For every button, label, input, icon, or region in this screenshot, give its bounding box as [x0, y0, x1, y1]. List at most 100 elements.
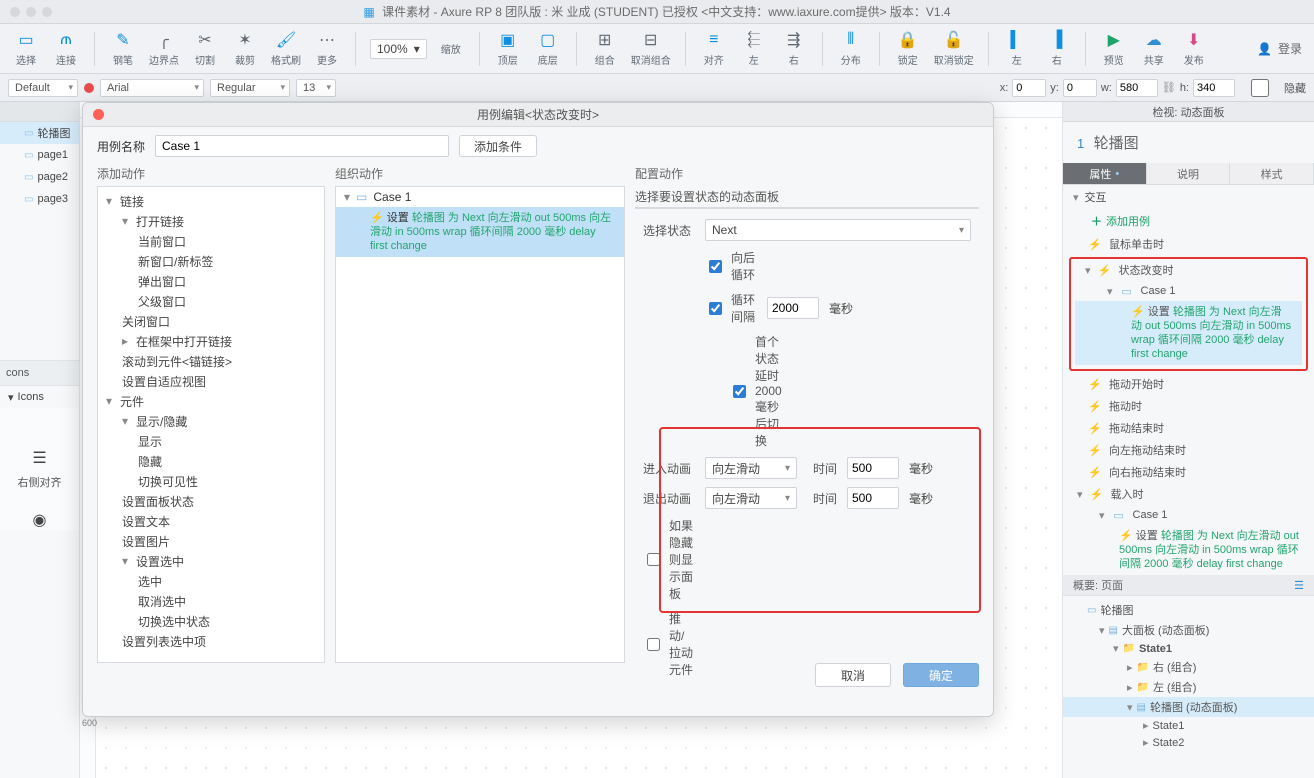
push-pull-check[interactable]: 推动/拉动元件: [643, 610, 695, 678]
share-btn[interactable]: ☁共享: [1140, 30, 1168, 67]
bolt-icon: ⚡: [1097, 263, 1113, 277]
case-name-label: 用例名称: [97, 138, 145, 155]
ungroup-btn[interactable]: ⊟取消组合: [631, 30, 671, 67]
filter-icon[interactable]: ☰: [1294, 579, 1304, 592]
bolt-icon: ⚡: [1087, 377, 1103, 391]
page2[interactable]: ▭page2: [0, 166, 79, 188]
cut-tool[interactable]: ✂切割: [191, 30, 219, 67]
ix-swipe-right[interactable]: ⚡向左拖动结束时: [1063, 439, 1314, 461]
bring-front[interactable]: ▣顶层: [494, 30, 522, 67]
ix-drag-end[interactable]: ⚡拖动结束时: [1063, 417, 1314, 439]
preview-btn[interactable]: ▶预览: [1100, 30, 1128, 67]
dock-right[interactable]: ▐右: [1043, 30, 1071, 67]
zoom-select[interactable]: 100%▾: [370, 39, 427, 59]
coord-y-input[interactable]: [1063, 79, 1097, 97]
ix-case-1[interactable]: ▾▭Case 1: [1071, 281, 1306, 301]
outline-dp[interactable]: ▾▤大面板 (动态面板): [1063, 620, 1314, 640]
format-painter[interactable]: 🖌格式刷: [271, 30, 301, 67]
bolt-icon: ⚡: [1089, 487, 1105, 501]
interval-check[interactable]: 循环间隔: [705, 291, 757, 325]
group-btn[interactable]: ⊞组合: [591, 30, 619, 67]
send-back[interactable]: ▢底层: [534, 30, 562, 67]
coord-w-input[interactable]: [1116, 79, 1158, 97]
align-caption: 右侧对齐: [18, 474, 62, 490]
outline-s1[interactable]: ▸State1: [1063, 717, 1314, 734]
workspace: ▭轮播图 ▭page1 ▭page2 ▭page3 cons ▾ Icons ☰…: [0, 102, 1314, 778]
ix-swipe-left[interactable]: ⚡向右拖动结束时: [1063, 461, 1314, 483]
outline-right[interactable]: ▸📁右 (组合): [1063, 657, 1314, 677]
weight-select[interactable]: Regular: [210, 79, 290, 97]
page3[interactable]: ▭page3: [0, 188, 79, 210]
brush-icon: 🖌: [276, 30, 296, 50]
page1[interactable]: ▭page1: [0, 144, 79, 166]
ix-load[interactable]: ▾⚡载入时: [1063, 483, 1314, 505]
select-tool[interactable]: ▭选择: [12, 30, 40, 67]
align-left[interactable]: ⬱左: [740, 30, 768, 67]
page-active[interactable]: ▭轮播图: [0, 122, 79, 144]
ix-mouse-click[interactable]: ⚡鼠标单击时: [1063, 233, 1314, 255]
tab-style[interactable]: 样式: [1230, 163, 1314, 184]
ix-load-case1[interactable]: ▾▭Case 1: [1063, 505, 1314, 525]
tab-notes[interactable]: 说明: [1147, 163, 1231, 184]
lock-btn[interactable]: 🔒锁定: [894, 30, 922, 67]
coord-x-input[interactable]: [1012, 79, 1046, 97]
publish-btn[interactable]: ⬇发布: [1180, 30, 1208, 67]
main-toolbar: ▭选择 ⫙连接 ✎钢笔 ╭边界点 ✂切割 ✶裁剪 🖌格式刷 ⋯更多 100%▾ …: [0, 24, 1314, 74]
unlock-btn[interactable]: 🔓取消锁定: [934, 30, 974, 67]
organize-tree[interactable]: ▾▭Case 1 ⚡ 设置 轮播图 为 Next 向左滑动 out 500ms …: [335, 186, 625, 663]
ix-action[interactable]: ⚡ 设置 轮播图 为 Next 向左滑动 out 500ms 向左滑动 in 5…: [1075, 301, 1302, 365]
highlight-config-form: [659, 427, 981, 613]
outline-state1[interactable]: ▾📁State1: [1063, 640, 1314, 657]
align-right[interactable]: ⇶右: [780, 30, 808, 67]
link-icon[interactable]: ⛓: [1162, 81, 1176, 94]
add-case-link[interactable]: ＋添加用例: [1063, 209, 1314, 233]
size-select[interactable]: 13: [296, 79, 336, 97]
more-tool[interactable]: ⋯更多: [313, 30, 341, 67]
font-select[interactable]: Arial: [100, 79, 204, 97]
case-icon: ▭: [1111, 508, 1127, 522]
ix-state-change[interactable]: ▾⚡状态改变时: [1071, 259, 1306, 281]
ix-drag-start[interactable]: ⚡拖动开始时: [1063, 373, 1314, 395]
outline-root[interactable]: ▭轮播图: [1063, 600, 1314, 620]
connect-tool[interactable]: ⫙连接: [52, 30, 80, 67]
ix-drag[interactable]: ⚡拖动时: [1063, 395, 1314, 417]
select-icon: ▭: [18, 30, 33, 50]
distribute-btn[interactable]: ⫴分布: [837, 30, 865, 67]
outline-carousel[interactable]: ▾▤轮播图 (动态面板): [1063, 697, 1314, 717]
border-tool[interactable]: ╭边界点: [149, 30, 179, 67]
case-name-input[interactable]: [155, 135, 449, 157]
inspector-panel: 检视: 动态面板 1 轮播图 属性• 说明 样式 ▾交互 ＋添加用例 ⚡鼠标单击…: [1062, 102, 1314, 778]
back-icon: ▢: [540, 30, 555, 50]
align-btn[interactable]: ≡对齐: [700, 30, 728, 67]
bolt-icon: ⚡: [1087, 465, 1103, 479]
dist-icon: ⫴: [847, 30, 854, 50]
tab-attributes[interactable]: 属性•: [1063, 163, 1147, 184]
coord-h-input[interactable]: [1193, 79, 1235, 97]
actions-tree[interactable]: ▾链接 ▾打开链接 当前窗口 新窗口/新标签 弹出窗口 父级窗口 关闭窗口 ▸在…: [97, 186, 325, 663]
icons-section: cons: [0, 360, 79, 386]
front-icon: ▣: [500, 30, 515, 50]
bolt-icon: ⚡: [1087, 399, 1103, 413]
bolt-icon: ⚡: [1087, 237, 1103, 251]
interval-input[interactable]: [767, 297, 819, 319]
col-configure: 配置动作: [635, 165, 979, 182]
crop-tool[interactable]: ✶裁剪: [231, 30, 259, 67]
add-condition-button[interactable]: 添加条件: [459, 135, 537, 157]
more-icon: ⋯: [319, 30, 335, 50]
hide-checkbox[interactable]: [1243, 79, 1277, 97]
outline-s2[interactable]: ▸State2: [1063, 734, 1314, 751]
wrap-check[interactable]: 向后循环: [705, 249, 757, 283]
outline-left[interactable]: ▸📁左 (组合): [1063, 677, 1314, 697]
zoom-label: 缩放: [437, 41, 465, 56]
org-case-row[interactable]: ▾▭Case 1: [336, 187, 624, 207]
section-interaction[interactable]: ▾交互: [1063, 185, 1314, 209]
org-action-row[interactable]: ⚡ 设置 轮播图 为 Next 向左滑动 out 500ms 向左滑动 in 5…: [336, 207, 624, 257]
state-select[interactable]: Next: [705, 219, 971, 241]
style-select[interactable]: Default: [8, 79, 78, 97]
login-btn[interactable]: 👤登录: [1257, 40, 1302, 57]
dock-left[interactable]: ▍左: [1003, 30, 1031, 67]
ix-load-action[interactable]: ⚡ 设置 轮播图 为 Next 向左滑动 out 500ms 向左滑动 in 5…: [1063, 525, 1314, 575]
close-icon[interactable]: [93, 109, 104, 120]
pen-tool[interactable]: ✎钢笔: [109, 30, 137, 67]
icons-row[interactable]: ▾ Icons: [0, 386, 79, 408]
